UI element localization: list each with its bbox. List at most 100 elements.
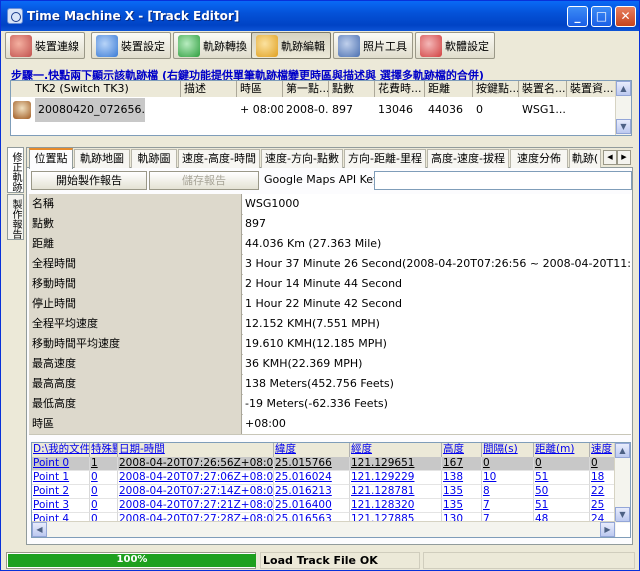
point-lat[interactable]: 25.016024 [274,471,350,485]
point-speed[interactable]: 25 [590,499,616,513]
stat-value[interactable]: 2 Hour 14 Minute 44 Second [243,274,631,294]
point-interval[interactable]: 0 [482,457,534,471]
scroll-down-icon[interactable]: ▼ [616,119,631,134]
col-distance[interactable]: 距離 [425,81,473,97]
table-row[interactable]: Point 1 0 2008-04-20T07:27:06Z+08:00 25.… [32,471,616,485]
stat-value[interactable]: WSG1000 [243,194,631,214]
points-hscroll[interactable]: ◀ ▶ [32,521,616,537]
device-settings-button[interactable]: 裝置設定 [91,32,171,59]
scroll-right-icon[interactable]: ▶ [600,522,615,537]
point-special[interactable]: 0 [90,499,118,513]
maximize-button[interactable]: □ [591,6,612,27]
point-lon[interactable]: 121.129229 [350,471,442,485]
track-edit-button[interactable]: 軌跡編輯 [251,32,331,59]
software-settings-button[interactable]: 軟體設定 [415,32,495,59]
point-interval[interactable]: 7 [482,499,534,513]
save-report-button[interactable]: 儲存報告 [149,171,259,190]
col-latitude[interactable]: 緯度 [274,443,350,457]
col-device-name[interactable]: 裝置名... [519,81,567,97]
photo-tools-button[interactable]: 照片工具 [333,32,413,59]
point-lon[interactable]: 121.128781 [350,485,442,499]
point-interval[interactable]: 10 [482,471,534,485]
tab-speed-distribution[interactable]: 速度分佈 [510,149,568,168]
col-speed[interactable]: 速度 [590,443,616,457]
point-name[interactable]: Point 1 [32,471,90,485]
side-tab-fix-track[interactable]: 修正軌跡 [7,147,24,193]
point-special[interactable]: 1 [90,457,118,471]
points-vscroll[interactable]: ▲ ▼ [614,443,630,523]
point-dist[interactable]: 51 [534,499,590,513]
device-connect-button[interactable]: 裝置連線 [5,32,85,59]
point-name[interactable]: Point 0 [32,457,90,471]
point-special[interactable]: 0 [90,485,118,499]
stat-value[interactable]: 12.152 KMH(7.551 MPH) [243,314,631,334]
scroll-left-icon[interactable]: ◀ [32,522,47,537]
col-longitude[interactable]: 經度 [350,443,442,457]
scroll-up-icon[interactable]: ▲ [615,443,630,458]
point-dist[interactable]: 0 [534,457,590,471]
track-file-list[interactable]: TK2 (Switch TK3) 描述 時區 第一點... 點數 花費時... … [10,80,632,136]
point-alt[interactable]: 135 [442,499,482,513]
stat-value[interactable]: 3 Hour 37 Minute 26 Second(2008-04-20T07… [243,254,631,274]
file-name[interactable]: 20080420_072656.tk2 [35,98,145,122]
tab-speed-dir-points[interactable]: 速度-方向-點數 [261,149,343,168]
point-time[interactable]: 2008-04-20T07:27:21Z+08:00 [118,499,274,513]
close-button[interactable]: ✕ [615,6,636,27]
point-dist[interactable]: 51 [534,471,590,485]
stat-value[interactable]: 44.036 Km (27.363 Mile) [243,234,631,254]
side-tab-make-report[interactable]: 製作報告 [7,194,24,240]
table-row[interactable]: Point 0 1 2008-04-20T07:26:56Z+08:00 25.… [32,457,616,471]
col-points[interactable]: 點數 [329,81,375,97]
gmap-key-input[interactable] [374,171,632,190]
tab-track-map[interactable]: 軌跡地圖 [74,149,130,168]
point-interval[interactable]: 8 [482,485,534,499]
table-row[interactable]: Point 3 0 2008-04-20T07:27:21Z+08:00 25.… [32,499,616,513]
point-lat[interactable]: 25.016400 [274,499,350,513]
col-datetime[interactable]: 日期-時間 [118,443,274,457]
point-lon[interactable]: 121.128320 [350,499,442,513]
tab-left-arrow-icon[interactable]: ◀ [603,150,617,165]
stat-value[interactable]: 138 Meters(452.756 Feets) [243,374,631,394]
point-time[interactable]: 2008-04-20T07:27:14Z+08:00 [118,485,274,499]
col-tk2[interactable]: TK2 (Switch TK3) [11,81,181,97]
file-list-vscroll[interactable]: ▲ ▼ [615,81,631,135]
stat-value[interactable]: 19.610 KMH(12.185 MPH) [243,334,631,354]
tab-right-arrow-icon[interactable]: ▶ [617,150,631,165]
stat-value[interactable]: 897 [243,214,631,234]
point-time[interactable]: 2008-04-20T07:27:06Z+08:00 [118,471,274,485]
col-desc[interactable]: 描述 [181,81,237,97]
col-special[interactable]: 特殊點 [90,443,118,457]
point-alt[interactable]: 167 [442,457,482,471]
point-lon[interactable]: 121.129651 [350,457,442,471]
stat-value[interactable]: 1 Hour 22 Minute 42 Second [243,294,631,314]
point-speed[interactable]: 22 [590,485,616,499]
col-device-info[interactable]: 裝置資... [567,81,617,97]
scroll-up-icon[interactable]: ▲ [616,81,631,96]
track-convert-button[interactable]: 軌跡轉換 [173,32,253,59]
tab-track-more[interactable]: 軌跡( [569,149,601,168]
point-lat[interactable]: 25.016213 [274,485,350,499]
col-time-spent[interactable]: 花費時... [375,81,425,97]
table-row[interactable]: Point 2 0 2008-04-20T07:27:14Z+08:00 25.… [32,485,616,499]
point-speed[interactable]: 0 [590,457,616,471]
col-key-points[interactable]: 按鍵點... [473,81,519,97]
tab-alt-speed-climb[interactable]: 高度-速度-拔程 [427,149,509,168]
tab-dir-dist-mileage[interactable]: 方向-距離-里程 [344,149,426,168]
point-alt[interactable]: 135 [442,485,482,499]
tab-track-chart[interactable]: 軌跡圖 [131,149,177,168]
file-list-row[interactable]: 20080420_072656.tk2 + 08:00 2008-0... 89… [11,98,617,122]
col-timezone[interactable]: 時區 [237,81,283,97]
minimize-button[interactable]: _ [567,6,588,27]
point-name[interactable]: Point 3 [32,499,90,513]
col-interval[interactable]: 間隔(s) [482,443,534,457]
title-bar[interactable]: Time Machine X - [Track Editor] _ □ ✕ [1,1,639,31]
start-report-button[interactable]: 開始製作報告 [31,171,147,190]
scroll-down-icon[interactable]: ▼ [615,507,630,522]
point-speed[interactable]: 18 [590,471,616,485]
col-file[interactable]: D:\我的文件 [32,443,90,457]
tab-position-points[interactable]: 位置點 [29,148,73,169]
col-first-point[interactable]: 第一點... [283,81,329,97]
col-dist-m[interactable]: 距離(m) [534,443,590,457]
point-name[interactable]: Point 2 [32,485,90,499]
point-dist[interactable]: 50 [534,485,590,499]
